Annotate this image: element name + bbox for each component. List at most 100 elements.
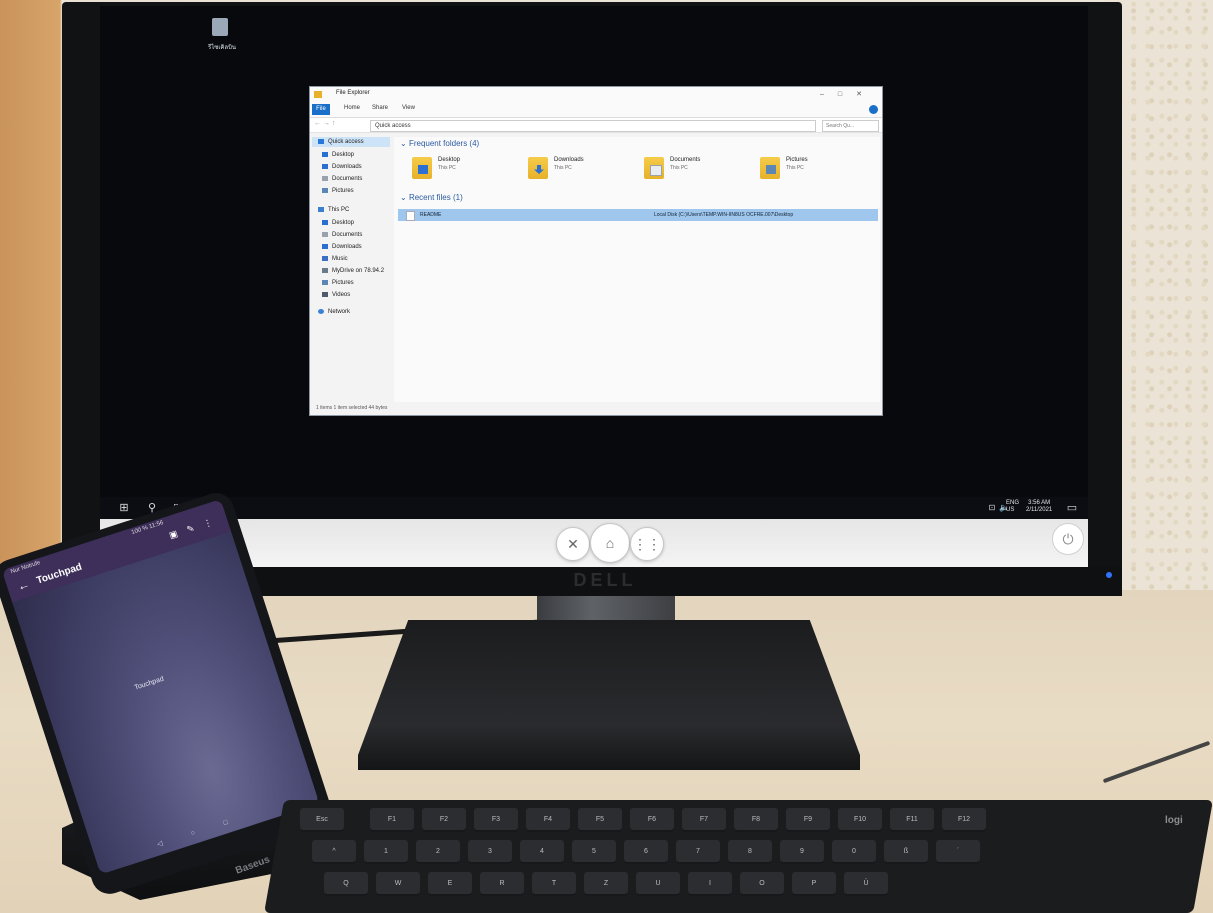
notification-icon[interactable]: ▭	[1066, 502, 1078, 514]
title-bar: File Explorer –□✕	[310, 87, 882, 103]
keyboard-key[interactable]: F6	[630, 808, 674, 832]
nav-network[interactable]: Network	[318, 309, 350, 315]
folder-documents[interactable]: Documents This PC	[644, 157, 744, 187]
keyboard-key[interactable]: Q	[324, 872, 368, 896]
keyboard-key[interactable]: 5	[572, 840, 616, 864]
keyboard-key[interactable]: E	[428, 872, 472, 896]
keyboard-key[interactable]: F3	[474, 808, 518, 832]
keyboard-key[interactable]: F8	[734, 808, 778, 832]
keyboard-key[interactable]: 7	[676, 840, 720, 864]
power-icon[interactable]: ⏻	[1052, 523, 1084, 555]
back-arrow-icon[interactable]: ←	[16, 577, 32, 594]
tab-view[interactable]: View	[402, 105, 415, 111]
folder-name: Pictures	[786, 157, 808, 163]
close-icon[interactable]: ✕	[556, 527, 590, 561]
keyboard-key[interactable]: 8	[728, 840, 772, 864]
pictures-icon	[322, 188, 328, 193]
power-led	[1106, 572, 1112, 578]
keyboard-key[interactable]: 6	[624, 840, 668, 864]
nav-pc-documents[interactable]: Documents	[322, 232, 362, 238]
keyboard-key[interactable]: 0	[832, 840, 876, 864]
language-indicator[interactable]: ENG US	[1006, 500, 1019, 514]
nav-pc-mydrive[interactable]: MyDrive on 78.94.2	[322, 268, 384, 274]
keyboard-key[interactable]: U	[636, 872, 680, 896]
keyboard-key[interactable]: F12	[942, 808, 986, 832]
download-icon	[322, 164, 328, 169]
keyboard-key[interactable]: F5	[578, 808, 622, 832]
keyboard-key[interactable]: P	[792, 872, 836, 896]
nav-pc-desktop[interactable]: Desktop	[322, 220, 354, 226]
nav-this-pc[interactable]: This PC	[318, 207, 349, 213]
nav-arrows-icon[interactable]: ← → ↑	[314, 120, 335, 127]
nav-pc-music[interactable]: Music	[322, 256, 348, 262]
keyboard-key[interactable]: F10	[838, 808, 882, 832]
keyboard-key[interactable]: F11	[890, 808, 934, 832]
keyboard-key[interactable]: ´	[936, 840, 980, 864]
start-icon[interactable]: ⊞	[118, 502, 130, 514]
frequent-folders-header[interactable]: ⌄ Frequent folders (4)	[400, 139, 479, 148]
keyboard-key[interactable]: I	[688, 872, 732, 896]
nav-pc-videos[interactable]: Videos	[322, 292, 350, 298]
recent-file-row[interactable]: README Local Disk (C:)\Users\TEMP.WIN-II…	[398, 209, 878, 221]
folder-downloads[interactable]: Downloads This PC	[528, 157, 628, 187]
keyboard-key[interactable]: F7	[682, 808, 726, 832]
desktop-icon	[322, 152, 328, 157]
tab-share[interactable]: Share	[372, 105, 388, 111]
keyboard-key[interactable]: ^	[312, 840, 356, 864]
navigation-pane: Quick access Desktop Downloads Documents…	[310, 137, 392, 402]
help-icon[interactable]	[869, 105, 878, 114]
keyboard-key[interactable]: F9	[786, 808, 830, 832]
keyboard-key[interactable]: O	[740, 872, 784, 896]
nav-label: Documents	[332, 232, 363, 239]
keyboard-key[interactable]: F1	[370, 808, 414, 832]
keyboard-key[interactable]: Z	[584, 872, 628, 896]
carrier-text: Nur Notrufe	[10, 560, 42, 576]
nav-quick-documents[interactable]: Documents	[322, 176, 362, 182]
keyboard-key[interactable]: W	[376, 872, 420, 896]
folder-desktop[interactable]: Desktop This PC	[412, 157, 512, 187]
nav-quick-downloads[interactable]: Downloads	[322, 164, 362, 170]
apps-grid-icon[interactable]: ⋮⋮	[630, 527, 664, 561]
nav-quick-access[interactable]: Quick access	[318, 139, 364, 145]
folder-pictures[interactable]: Pictures This PC	[760, 157, 860, 187]
keyboard-key[interactable]: F4	[526, 808, 570, 832]
music-icon	[322, 256, 328, 261]
window-controls[interactable]: –□✕	[820, 90, 876, 98]
keyboard-key[interactable]: T	[532, 872, 576, 896]
clock[interactable]: 3:56 AM 2/11/2021	[1026, 500, 1052, 514]
keyboard-key[interactable]: 2	[416, 840, 460, 864]
tab-file[interactable]: File	[312, 104, 330, 115]
keyboard-key[interactable]: 9	[780, 840, 824, 864]
nav-label: MyDrive on 78.94.2	[332, 268, 385, 275]
folder-icon	[644, 157, 664, 179]
nav-quick-pictures[interactable]: Pictures	[322, 188, 354, 194]
network-tray-icon[interactable]: ⊡	[986, 502, 998, 514]
keyboard-key[interactable]: R	[480, 872, 524, 896]
keyboard-key[interactable]: Ü	[844, 872, 888, 896]
recycle-bin-icon[interactable]	[212, 18, 228, 36]
address-bar[interactable]: Quick access	[370, 120, 816, 132]
keyboard-key[interactable]: F2	[422, 808, 466, 832]
touchpad-area-label[interactable]: Touchpad	[134, 676, 165, 692]
file-name: README	[420, 212, 442, 218]
monitor-screen: รีไซเคิลบิน File Explorer –□✕ File Home …	[100, 6, 1088, 567]
date-text: 2/11/2021	[1026, 507, 1053, 513]
folder-name: Documents	[670, 157, 701, 163]
nav-quick-desktop[interactable]: Desktop	[322, 152, 354, 158]
keyboard-key[interactable]: 1	[364, 840, 408, 864]
nav-label: Downloads	[332, 164, 362, 171]
lang-top: ENG	[1006, 500, 1020, 506]
keyboard-key[interactable]: Esc	[300, 808, 344, 832]
nav-pc-pictures[interactable]: Pictures	[322, 280, 354, 286]
keyboard-key[interactable]: ß	[884, 840, 928, 864]
phone-action-icons[interactable]: ▣✎⋮	[168, 514, 224, 541]
keyboard-key[interactable]: 4	[520, 840, 564, 864]
keyboard-key[interactable]: 3	[468, 840, 512, 864]
nav-pc-downloads[interactable]: Downloads	[322, 244, 362, 250]
content-pane: ⌄ Frequent folders (4) Desktop This PC D…	[394, 137, 880, 402]
status-bar: 1 items 1 item selected 44 bytes	[310, 405, 882, 415]
search-input[interactable]: Search Qu...	[822, 120, 879, 132]
tab-home[interactable]: Home	[344, 105, 360, 111]
recent-files-header[interactable]: ⌄ Recent files (1)	[400, 193, 463, 202]
home-icon[interactable]: ⌂	[590, 523, 630, 563]
